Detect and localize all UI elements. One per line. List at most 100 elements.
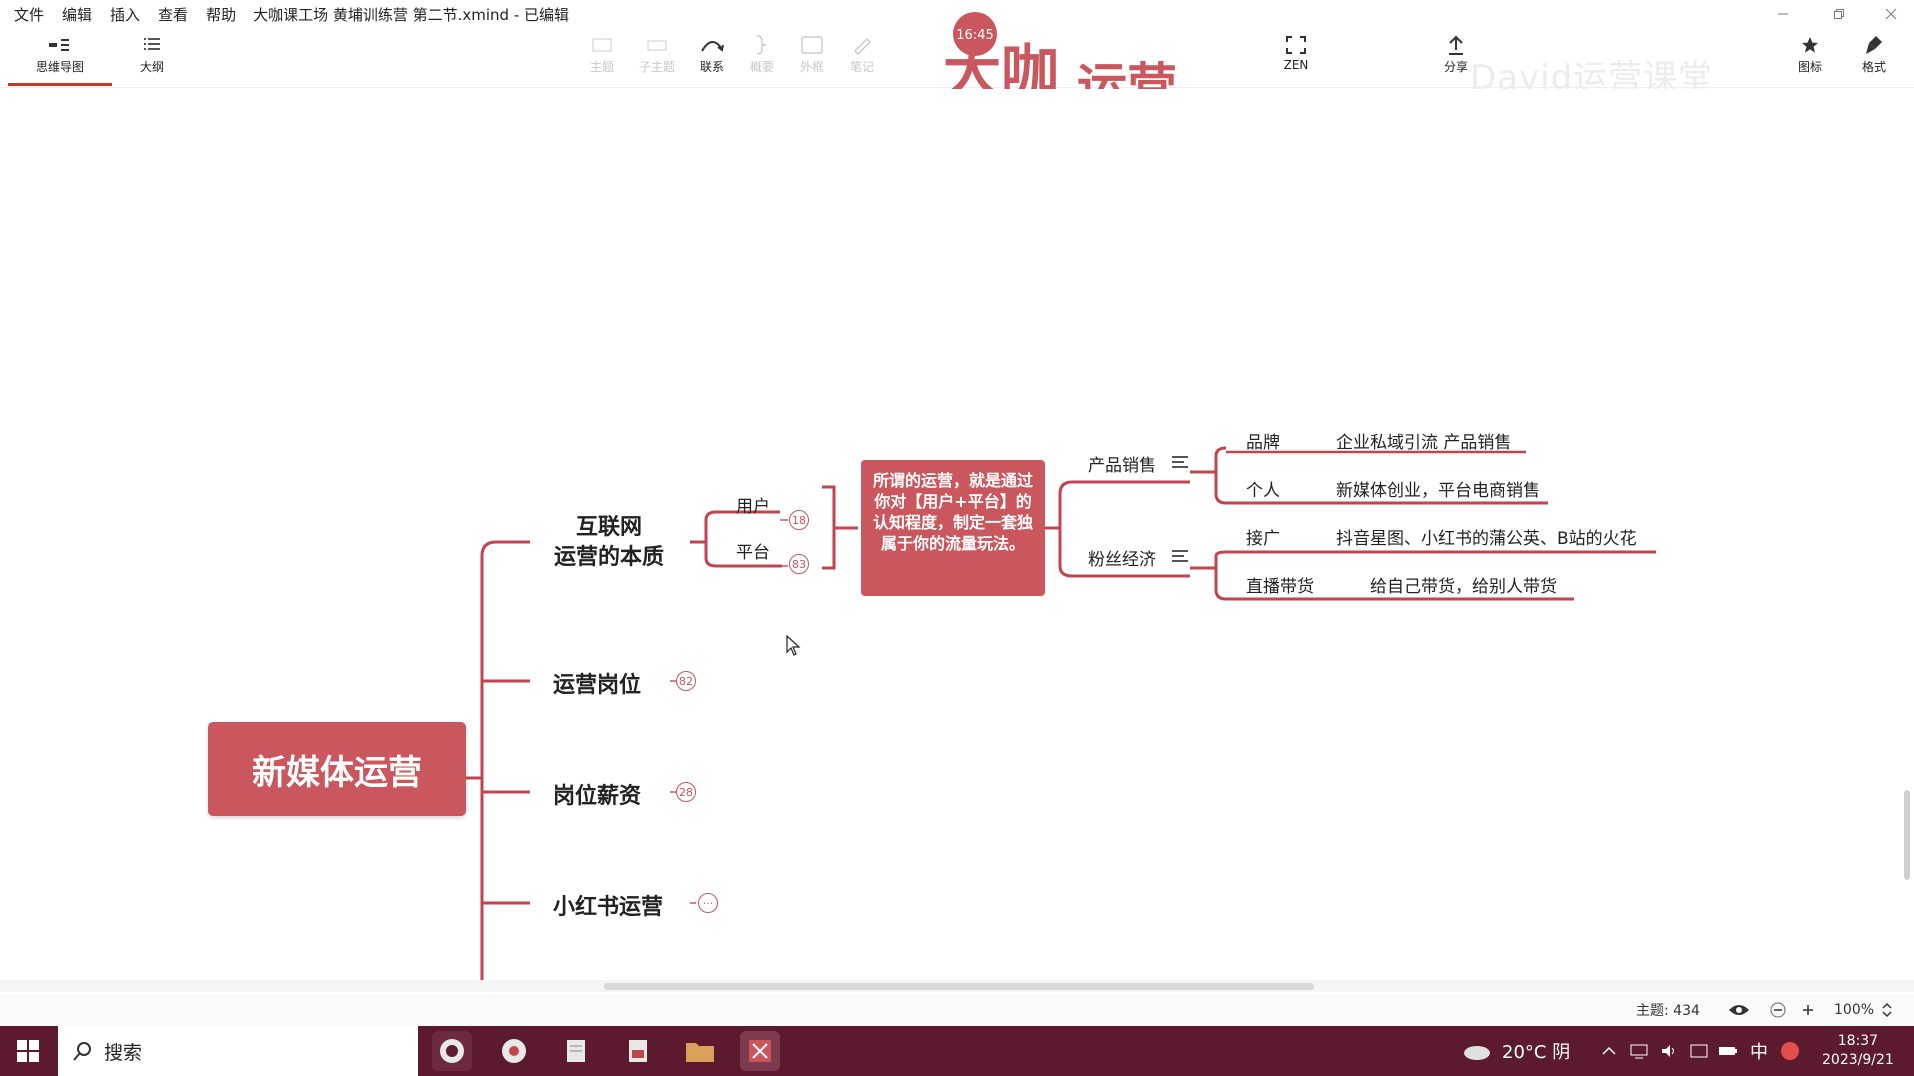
minimize-button[interactable] — [1760, 0, 1806, 28]
weather-icon[interactable] — [1462, 1026, 1492, 1076]
topic-icon — [592, 32, 612, 58]
menu-insert[interactable]: 插入 — [101, 4, 149, 25]
menu-help[interactable]: 帮助 — [197, 4, 245, 25]
tray-app-icon[interactable] — [1690, 1026, 1708, 1076]
network-icon[interactable] — [1630, 1026, 1648, 1076]
brush-icon — [1864, 32, 1884, 58]
vertical-scrollbar[interactable] — [1904, 790, 1910, 880]
menu-view[interactable]: 查看 — [149, 4, 197, 25]
subtopic-user[interactable]: 用户 — [736, 492, 770, 517]
upload-icon — [1446, 32, 1466, 58]
zoom-out-button[interactable] — [1770, 994, 1786, 1026]
subtopic-platform[interactable]: 平台 — [736, 538, 770, 563]
maximize-button[interactable] — [1816, 0, 1862, 28]
taskbar-app-folder[interactable] — [680, 1031, 720, 1071]
leaf-ads-desc[interactable]: 抖音星图、小红书的蒲公英、B站的火花 — [1336, 524, 1637, 549]
summary-icon — [755, 32, 769, 58]
main-topic-positions[interactable]: 运营岗位 — [553, 667, 641, 699]
boundary-label: 外框 — [799, 60, 824, 74]
leaf-brand-desc[interactable]: 企业私域引流 产品销售 — [1336, 428, 1511, 453]
note-icon[interactable] — [1172, 550, 1188, 562]
mindmap-icon — [47, 32, 73, 58]
document-title: 大咖课工场 黄埔训练营 第二节.xmind - 已编辑 — [253, 5, 570, 24]
leaf-live-desc[interactable]: 给自己带货，给别人带货 — [1370, 572, 1557, 597]
leaf-live[interactable]: 直播带货 — [1246, 572, 1314, 597]
menu-edit[interactable]: 编辑 — [53, 4, 101, 25]
weather-text[interactable]: 20°C 阴 — [1502, 1026, 1570, 1076]
relationship-button[interactable]: 联系 — [692, 32, 732, 86]
collapse-badge-positions[interactable]: 82 — [676, 671, 696, 691]
central-topic[interactable]: 新媒体运营 — [208, 722, 466, 816]
zoom-level[interactable]: 100% — [1834, 994, 1874, 1026]
tray-chevron-icon[interactable] — [1602, 1026, 1616, 1076]
boundary-button[interactable]: 外框 — [792, 32, 832, 86]
fullscreen-icon — [1285, 32, 1307, 58]
format-button[interactable]: 格式 — [1854, 32, 1894, 86]
battery-icon[interactable] — [1718, 1026, 1738, 1076]
icon-panel-button[interactable]: 图标 — [1790, 32, 1830, 86]
tab-outline[interactable]: 大纲 — [128, 32, 176, 86]
subtopic-fan-economy[interactable]: 粉丝经济 — [1088, 545, 1156, 570]
restore-icon — [1834, 9, 1844, 19]
outline-icon — [143, 32, 161, 58]
clock[interactable]: 18:37 2023/9/21 — [1822, 1026, 1894, 1076]
xmind-icon — [749, 1040, 771, 1062]
connector-ads — [1190, 550, 1656, 570]
zoom-stepper-icon[interactable] — [1882, 994, 1892, 1026]
clock-time: 18:37 — [1837, 1033, 1879, 1049]
horizontal-scroll-thumb[interactable] — [604, 983, 1314, 990]
relationship-icon — [699, 32, 725, 58]
tab-outline-label: 大纲 — [139, 60, 164, 74]
mindmap-canvas[interactable]: 新媒体运营 互联网 运营的本质 运营岗位 岗位薪资 小红书运营 用户 平台 18… — [0, 89, 1914, 982]
main-topic-salary[interactable]: 岗位薪资 — [553, 778, 641, 810]
taskbar-app-document[interactable] — [618, 1031, 658, 1071]
search-icon — [73, 1042, 91, 1061]
start-button[interactable] — [8, 1031, 48, 1071]
note-icon[interactable] — [1172, 456, 1188, 468]
note-label: 笔记 — [849, 60, 874, 74]
connector-product — [1045, 480, 1190, 530]
subtopic-label: 子主题 — [638, 60, 675, 74]
folder-icon — [686, 1043, 714, 1062]
leaf-personal[interactable]: 个人 — [1246, 476, 1280, 501]
main-topic-xiaohongshu[interactable]: 小红书运营 — [553, 889, 663, 921]
collapse-badge-salary[interactable]: 28 — [676, 782, 696, 802]
subtopic-button[interactable]: 子主题 — [634, 32, 680, 86]
close-button[interactable] — [1868, 0, 1914, 28]
chrome-icon — [502, 1039, 526, 1063]
mouse-cursor-icon — [786, 635, 801, 656]
subtopic-product-sales[interactable]: 产品销售 — [1088, 451, 1156, 476]
topic-button[interactable]: 主题 — [582, 32, 622, 86]
zen-label: ZEN — [1283, 58, 1309, 72]
brace-right — [822, 485, 836, 570]
boundary-icon — [800, 32, 824, 58]
leaf-brand[interactable]: 品牌 — [1246, 428, 1280, 453]
collapse-badge-user[interactable]: 18 — [789, 510, 809, 530]
summary-button[interactable]: 概要 — [742, 32, 782, 86]
menu-file[interactable]: 文件 — [0, 4, 53, 25]
leaf-personal-desc[interactable]: 新媒体创业，平台电商销售 — [1336, 476, 1540, 501]
tab-mindmap[interactable]: 思维导图 — [8, 32, 112, 86]
note-button[interactable]: 笔记 — [842, 32, 882, 86]
sogou-icon[interactable] — [1780, 1026, 1800, 1076]
taskbar-app-chrome[interactable] — [494, 1031, 534, 1071]
zen-button[interactable]: ZEN — [1276, 32, 1316, 86]
collapse-badge-xiaohongshu[interactable]: ··· — [698, 893, 718, 913]
leaf-ads[interactable]: 接广 — [1246, 524, 1280, 549]
minimize-icon — [1778, 13, 1788, 15]
topic-count: 主题: 434 — [1636, 1003, 1700, 1019]
horizontal-scrollbar[interactable] — [0, 980, 1914, 992]
zoom-in-button[interactable] — [1800, 994, 1816, 1026]
main-topic-internet-operations[interactable]: 互联网 运营的本质 — [554, 513, 664, 573]
ime-indicator[interactable]: 中 — [1750, 1026, 1768, 1076]
volume-icon[interactable] — [1660, 1026, 1678, 1076]
eye-icon[interactable] — [1728, 994, 1750, 1026]
subtopic-icon — [647, 32, 667, 58]
taskbar-app-notes[interactable] — [556, 1031, 596, 1071]
callout-topic[interactable]: 所谓的运营，就是通过你对【用户+平台】的认知程度，制定一套独属于你的流量玩法。 — [861, 460, 1045, 596]
collapse-badge-platform[interactable]: 83 — [789, 554, 809, 574]
taskbar-search[interactable]: 搜索 — [58, 1026, 418, 1076]
taskbar-app-browser[interactable] — [432, 1031, 472, 1071]
tab-mindmap-label: 思维导图 — [35, 60, 84, 74]
taskbar-app-xmind[interactable] — [740, 1031, 780, 1071]
